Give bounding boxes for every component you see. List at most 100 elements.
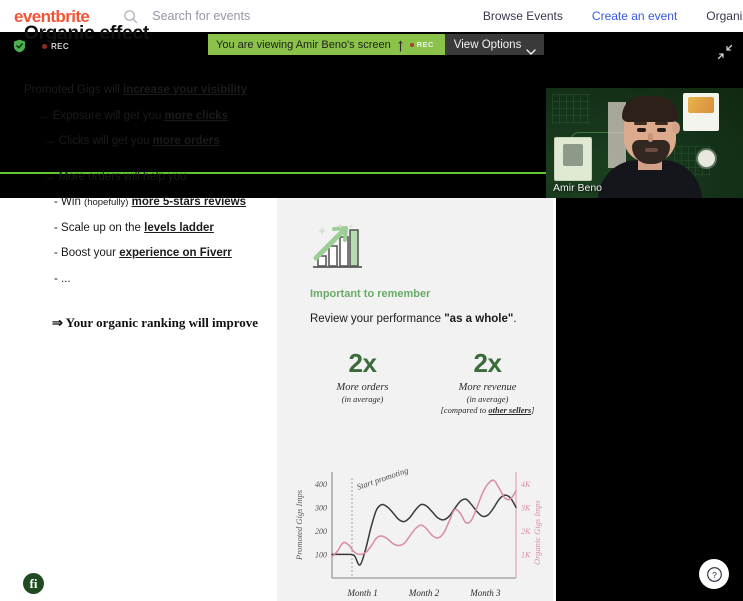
bullet-prefix: -: [54, 247, 62, 259]
bullet-text: Promoted Gigs will: [24, 84, 124, 96]
bullet-text: Win: [61, 196, 85, 208]
stat-subcaption: (in average): [341, 394, 384, 405]
person-hair: [622, 96, 678, 122]
viewing-screen-label: You are viewing Amir Beno's screen: [216, 38, 391, 51]
person-ear: [672, 122, 680, 134]
banner-recording-indicator: REC: [409, 40, 438, 49]
stat-more-revenue: 2x More revenue (in average) [compared t…: [425, 348, 550, 417]
bullet-item: → Exposure will get you more clicks: [38, 109, 274, 123]
svg-text:200: 200: [315, 527, 327, 536]
view-options-label: View Options: [453, 38, 522, 51]
stat-comparison: [compared to other sellers]: [425, 405, 550, 416]
svg-text:Promoted Gigs Imps: Promoted Gigs Imps: [294, 489, 304, 561]
background-card-right: [683, 93, 719, 131]
record-dot-icon: [409, 42, 414, 47]
view-options-button[interactable]: View Options: [444, 34, 545, 55]
svg-text:?: ?: [712, 569, 717, 579]
search-icon: [123, 9, 138, 24]
stat-value: 2x: [473, 348, 502, 378]
bullet-small-note: (hopefully): [84, 197, 129, 208]
bullet-emphasis: more clicks: [164, 109, 228, 122]
background-flower-decoration: [698, 150, 715, 167]
bullet-item: - Scale up on the levels ladder: [54, 221, 274, 235]
person-mouth: [645, 148, 658, 152]
bullet-emphasis: increase your visibility: [123, 84, 248, 96]
svg-text:2K: 2K: [521, 527, 531, 536]
help-button[interactable]: ?: [699, 559, 729, 589]
stat-subcaption: (in average): [466, 394, 509, 405]
background-card-left: [554, 137, 592, 181]
bullet-emphasis: more orders: [152, 135, 220, 147]
bullet-prefix: →: [44, 135, 59, 147]
bullet-prefix: →: [38, 109, 53, 122]
bullet-prefix: -: [54, 221, 62, 234]
person-brow-left: [634, 122, 647, 125]
banner-recording-label: REC: [416, 40, 434, 49]
svg-text:300: 300: [314, 503, 327, 512]
svg-text:Month 2: Month 2: [408, 588, 440, 598]
participant-video-tile[interactable]: Amir Beno: [546, 88, 743, 198]
svg-text:Month 3: Month 3: [469, 588, 501, 598]
svg-text:Start promoting: Start promoting: [355, 465, 409, 492]
bullet-item: - Win (hopefully) more 5-stars reviews: [54, 196, 274, 209]
stat-comparison-prefix: [compared to: [440, 405, 489, 416]
bullet-item: → More orders will help you: [44, 170, 274, 184]
nav-create-an-event[interactable]: Create an event: [592, 9, 677, 23]
background-grid-decoration: [552, 94, 590, 124]
bullet-text: Boost your: [61, 247, 120, 259]
bullet-item: - Boost your experience on Fiverr: [54, 247, 274, 260]
bullet-prefix: -: [54, 196, 62, 208]
bullet-emphasis: levels ladder: [144, 221, 214, 234]
impressions-chart: 100 200 300 400 1K 2K 3K 4K Promoted Gigs Imps…: [288, 460, 550, 601]
bullet-text: Clicks will get you: [58, 135, 153, 147]
stat-caption: More orders: [336, 382, 389, 394]
nav-browse-events[interactable]: Browse Events: [483, 9, 563, 23]
person-brow-right: [655, 122, 668, 125]
svg-text:4K: 4K: [521, 480, 531, 489]
bullet-text: Scale up on the: [61, 221, 145, 234]
bullet-item: Promoted Gigs will increase your visibil…: [24, 84, 274, 97]
svg-text:1K: 1K: [521, 550, 531, 559]
slide-conclusion: ⇒ Your organic ranking will improve: [52, 315, 259, 330]
screen-share-icon: [396, 39, 405, 51]
eventbrite-logo[interactable]: eventbrite: [14, 8, 90, 25]
svg-text:Organic Gigs Imps: Organic Gigs Imps: [532, 499, 542, 565]
bullet-text: Exposure will get you: [52, 109, 165, 122]
slide-bullet-list: Promoted Gigs will increase your visibil…: [24, 84, 274, 299]
nav-organize[interactable]: Organize: [706, 9, 743, 23]
screen-share-banner: You are viewing Amir Beno's screen REC V…: [208, 34, 545, 55]
svg-text:400: 400: [315, 480, 327, 489]
bullet-text: ...: [61, 272, 71, 285]
stats-row: 2x More orders (in average) 2x More reve…: [300, 348, 550, 417]
search-input[interactable]: [150, 8, 455, 24]
screen-share-banner-green: You are viewing Amir Beno's screen REC: [208, 34, 445, 55]
important-to-remember-label: Important to remember: [310, 288, 431, 300]
stat-comparison-emphasis: other sellers: [488, 405, 532, 416]
bullet-item: → Clicks will get you more orders: [44, 135, 274, 148]
app-root: eventbrite Browse Events Create an event…: [0, 0, 743, 601]
stat-comparison-suffix: ]: [531, 405, 535, 416]
review-quote: "as a whole": [444, 313, 514, 325]
person-eye-right: [657, 128, 666, 132]
chevron-down-icon: [526, 42, 537, 55]
bullet-prefix: →: [44, 170, 59, 183]
participant-name-label: Amir Beno: [553, 182, 603, 194]
bullet-item: - ...: [54, 272, 274, 286]
svg-text:100: 100: [315, 550, 327, 559]
bullet-text: More orders will help you: [58, 170, 187, 183]
person-nose: [648, 133, 653, 142]
svg-text:3K: 3K: [520, 503, 531, 512]
stat-more-orders: 2x More orders (in average): [300, 348, 425, 417]
search-bar[interactable]: [123, 8, 483, 24]
slide-title: Organic effect: [24, 23, 149, 44]
bullet-emphasis: more 5-stars reviews: [131, 196, 247, 208]
collapse-arrows-icon[interactable]: [717, 44, 733, 60]
svg-text:Month 1: Month 1: [347, 588, 378, 598]
bullet-prefix: -: [54, 272, 62, 285]
stat-value: 2x: [348, 348, 377, 378]
bullet-emphasis: experience on Fiverr: [119, 247, 232, 259]
question-circle-icon: ?: [706, 566, 722, 582]
stat-caption: More revenue: [458, 382, 517, 394]
review-performance-text: Review your performance "as a whole".: [310, 313, 517, 325]
person-eye-left: [637, 128, 646, 132]
